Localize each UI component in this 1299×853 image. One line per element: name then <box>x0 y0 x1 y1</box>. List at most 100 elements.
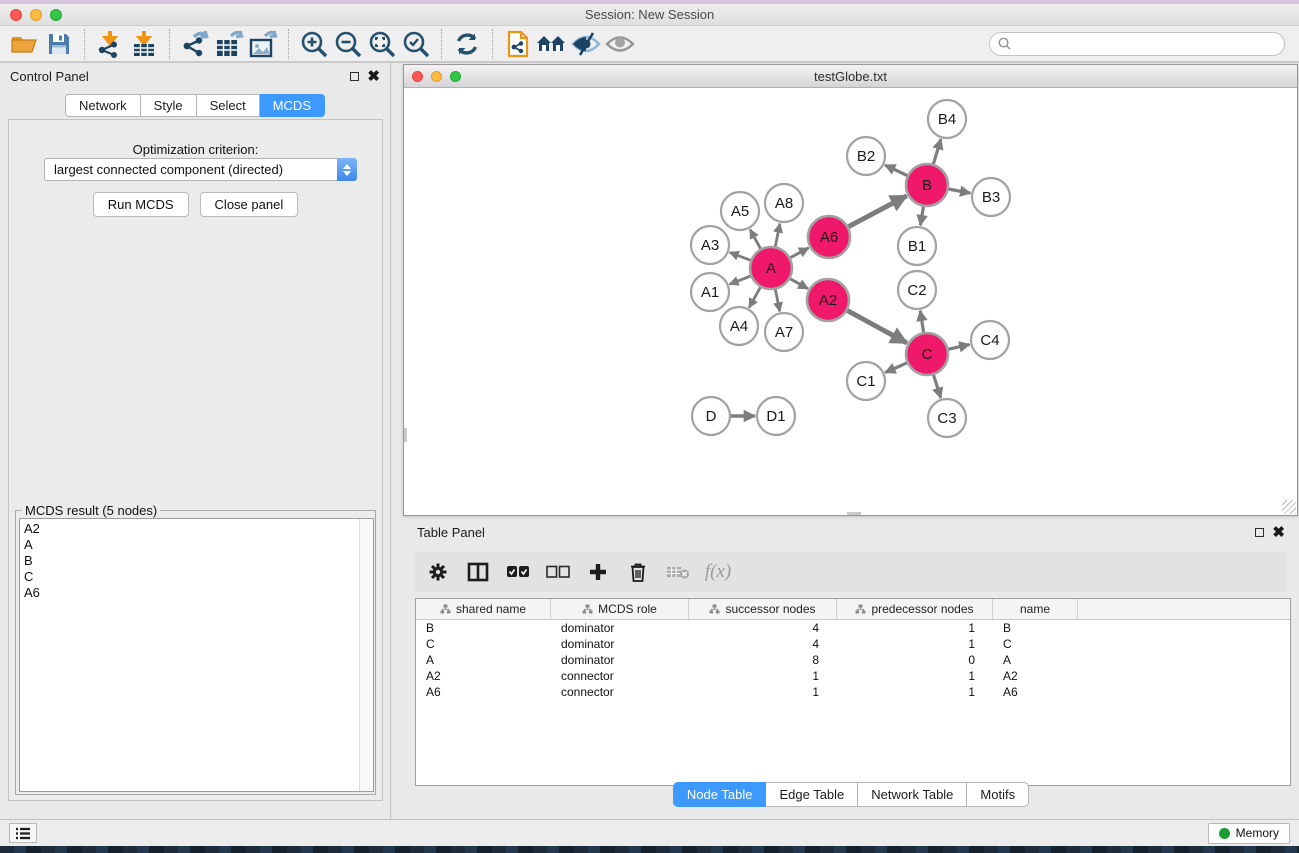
column-header-successor-nodes[interactable]: successor nodes <box>689 599 837 619</box>
zoom-in-button[interactable] <box>297 28 331 60</box>
select-all-button[interactable] <box>505 559 531 585</box>
cell-successor_nodes[interactable]: 1 <box>689 669 837 683</box>
cell-predecessor_nodes[interactable]: 1 <box>837 685 993 699</box>
cell-shared_name[interactable]: A2 <box>416 669 551 683</box>
column-header-name[interactable]: name <box>993 599 1078 619</box>
node-C[interactable]: C <box>906 333 948 375</box>
cell-name[interactable]: C <box>993 637 1078 651</box>
tab-style[interactable]: Style <box>141 94 197 117</box>
cell-shared_name[interactable]: A6 <box>416 685 551 699</box>
delete-column-button[interactable] <box>625 559 651 585</box>
node-B[interactable]: B <box>906 164 948 206</box>
node-B2[interactable]: B2 <box>847 137 885 175</box>
node-A2[interactable]: A2 <box>807 279 849 321</box>
run-mcds-button[interactable]: Run MCDS <box>93 192 189 217</box>
hide-graphics-button[interactable] <box>569 28 603 60</box>
tab-select[interactable]: Select <box>197 94 260 117</box>
cell-mcds_role[interactable]: dominator <box>551 621 689 635</box>
cell-successor_nodes[interactable]: 4 <box>689 621 837 635</box>
zoom-out-button[interactable] <box>331 28 365 60</box>
add-column-button[interactable] <box>585 559 611 585</box>
cell-predecessor_nodes[interactable]: 1 <box>837 669 993 683</box>
deselect-all-button[interactable] <box>545 559 571 585</box>
zoom-selected-button[interactable] <box>399 28 433 60</box>
refresh-button[interactable] <box>450 28 484 60</box>
node-B1[interactable]: B1 <box>898 227 936 265</box>
import-network-button[interactable] <box>93 28 127 60</box>
node-C1[interactable]: C1 <box>847 362 885 400</box>
export-network-button[interactable] <box>178 28 212 60</box>
list-item[interactable]: A <box>20 537 358 553</box>
cell-shared_name[interactable]: B <box>416 621 551 635</box>
memory-button[interactable]: Memory <box>1208 823 1290 844</box>
save-session-button[interactable] <box>42 28 76 60</box>
table-row[interactable]: Cdominator41C <box>416 636 1290 652</box>
float-panel-icon[interactable] <box>1255 528 1264 537</box>
list-item[interactable]: B <box>20 553 358 569</box>
network-canvas[interactable]: B4B2BB3A5A8A6A3B1AC2A1A2A4A7C4CC1DD1C3 <box>404 88 1297 515</box>
node-D[interactable]: D <box>692 397 730 435</box>
node-A4[interactable]: A4 <box>720 307 758 345</box>
apply-function-button[interactable]: f(x) <box>705 559 731 585</box>
cell-predecessor_nodes[interactable]: 1 <box>837 621 993 635</box>
node-D1[interactable]: D1 <box>757 397 795 435</box>
delete-table-button[interactable] <box>665 559 691 585</box>
table-row[interactable]: A6connector11A6 <box>416 684 1290 700</box>
cell-successor_nodes[interactable]: 8 <box>689 653 837 667</box>
cell-shared_name[interactable]: A <box>416 653 551 667</box>
cell-name[interactable]: A <box>993 653 1078 667</box>
cell-predecessor_nodes[interactable]: 1 <box>837 637 993 651</box>
table-row[interactable]: Bdominator41B <box>416 620 1290 636</box>
tab-network-table[interactable]: Network Table <box>858 782 967 807</box>
node-A7[interactable]: A7 <box>765 313 803 351</box>
close-panel-icon[interactable]: ✖ <box>1272 528 1285 537</box>
zoom-fit-button[interactable] <box>365 28 399 60</box>
export-image-button[interactable] <box>246 28 280 60</box>
list-item[interactable]: A6 <box>20 585 358 601</box>
tab-network[interactable]: Network <box>65 94 141 117</box>
home-button[interactable] <box>535 28 569 60</box>
cell-predecessor_nodes[interactable]: 0 <box>837 653 993 667</box>
node-B4[interactable]: B4 <box>928 100 966 138</box>
cell-name[interactable]: A2 <box>993 669 1078 683</box>
export-table-button[interactable] <box>212 28 246 60</box>
tab-motifs[interactable]: Motifs <box>967 782 1029 807</box>
cell-mcds_role[interactable]: connector <box>551 669 689 683</box>
close-panel-button[interactable]: Close panel <box>200 192 299 217</box>
node-A6[interactable]: A6 <box>808 216 850 258</box>
table-row[interactable]: A2connector11A2 <box>416 668 1290 684</box>
show-graphics-button[interactable] <box>603 28 637 60</box>
criterion-select[interactable]: largest connected component (directed) <box>44 158 357 181</box>
network-graph[interactable]: B4B2BB3A5A8A6A3B1AC2A1A2A4A7C4CC1DD1C3 <box>404 88 1297 515</box>
clone-network-button[interactable] <box>501 28 535 60</box>
node-A1[interactable]: A1 <box>691 273 729 311</box>
node-C3[interactable]: C3 <box>928 399 966 437</box>
mcds-result-list[interactable]: A2ABCA6 <box>19 518 374 792</box>
float-panel-icon[interactable] <box>350 72 359 81</box>
node-A5[interactable]: A5 <box>721 192 759 230</box>
node-B3[interactable]: B3 <box>972 178 1010 216</box>
cell-mcds_role[interactable]: connector <box>551 685 689 699</box>
cell-mcds_role[interactable]: dominator <box>551 653 689 667</box>
tab-mcds[interactable]: MCDS <box>260 94 325 117</box>
show-columns-button[interactable] <box>465 559 491 585</box>
node-table[interactable]: shared nameMCDS rolesuccessor nodesprede… <box>415 598 1291 786</box>
cell-name[interactable]: A6 <box>993 685 1078 699</box>
tab-edge-table[interactable]: Edge Table <box>766 782 858 807</box>
import-table-button[interactable] <box>127 28 161 60</box>
list-item[interactable]: C <box>20 569 358 585</box>
task-history-button[interactable] <box>9 823 37 843</box>
search-field[interactable] <box>989 32 1285 56</box>
table-options-button[interactable] <box>425 559 451 585</box>
column-header-predecessor-nodes[interactable]: predecessor nodes <box>837 599 993 619</box>
search-input[interactable] <box>1016 37 1276 51</box>
cell-successor_nodes[interactable]: 4 <box>689 637 837 651</box>
open-session-button[interactable] <box>8 28 42 60</box>
node-A8[interactable]: A8 <box>765 184 803 222</box>
cell-shared_name[interactable]: C <box>416 637 551 651</box>
tab-node-table[interactable]: Node Table <box>673 782 767 807</box>
node-A3[interactable]: A3 <box>691 226 729 264</box>
table-row[interactable]: Adominator80A <box>416 652 1290 668</box>
node-A[interactable]: A <box>750 247 792 289</box>
close-panel-icon[interactable]: ✖ <box>367 72 380 81</box>
